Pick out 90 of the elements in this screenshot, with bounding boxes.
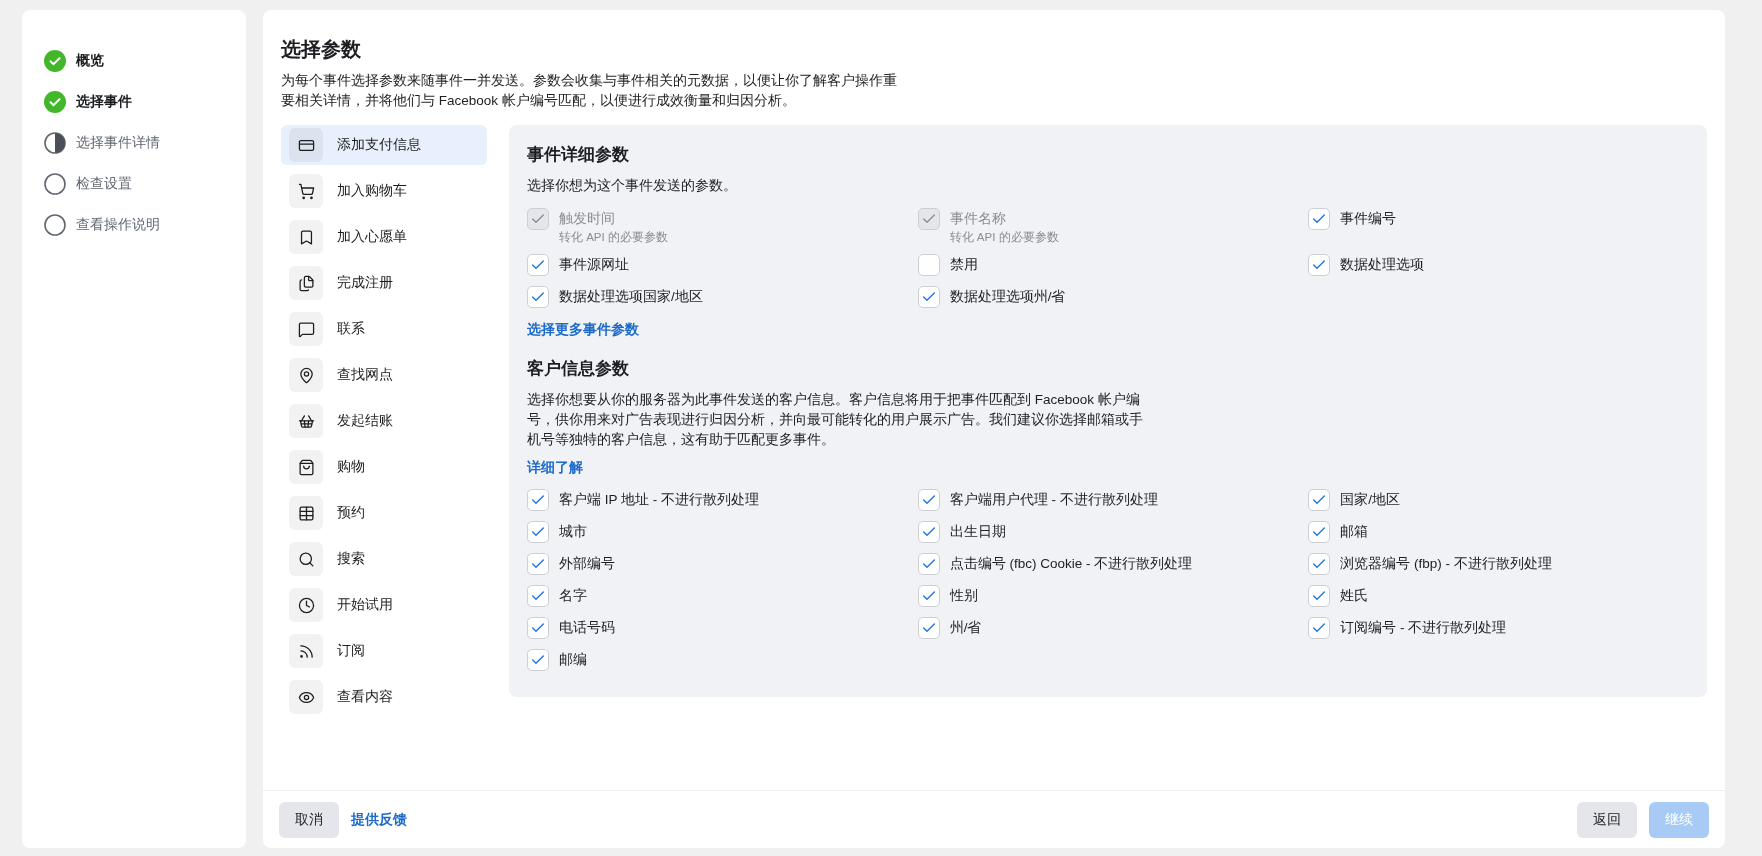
- checkbox-label: 订阅编号 - 不进行散列处理: [1340, 620, 1507, 635]
- event-item[interactable]: 开始试用: [281, 585, 487, 625]
- event-icon: [289, 312, 323, 346]
- checkbox[interactable]: [917, 617, 940, 639]
- checkbox[interactable]: [527, 617, 549, 639]
- checkbox[interactable]: [527, 254, 549, 276]
- event-item[interactable]: 完成注册: [281, 263, 487, 303]
- checkbox-label: 性别: [949, 588, 978, 603]
- step-label: 选择事件详情: [76, 134, 160, 152]
- checkbox-label: 客户端 IP 地址 - 不进行散列处理: [559, 492, 759, 507]
- checkbox-label: 事件名称: [949, 211, 1006, 226]
- back-button[interactable]: 返回: [1577, 801, 1637, 838]
- required-note: 转化 API 的必要参数: [559, 230, 668, 244]
- checkbox[interactable]: [1308, 254, 1331, 276]
- checkbox-label: 浏览器编号 (fbp) - 不进行散列处理: [1340, 556, 1552, 571]
- event-item[interactable]: 预约: [281, 493, 487, 533]
- section-description: 选择你想要从你的服务器为此事件发送的客户信息。客户信息将用于把事件匹配到 Facebook 帐户编号，供你用来对广告表现进行归因分析，并向最可能转化的用户展示广告。我们建议你选择邮箱或手机号等独特的客户信息，这有助于匹配更多事件。: [527, 391, 1144, 449]
- more-parameters-link[interactable]: 选择更多事件参数: [527, 321, 639, 339]
- checkbox-label: 出生日期: [949, 524, 1006, 539]
- checkbox-label: 事件源网址: [559, 257, 629, 272]
- event-item[interactable]: 查找网点: [281, 355, 487, 395]
- event-icon: [289, 128, 323, 162]
- event-item[interactable]: 订阅: [281, 631, 487, 671]
- event-item[interactable]: 购物: [281, 447, 487, 487]
- step-label: 检查设置: [76, 175, 132, 193]
- checkbox-label: 客户端用户代理 - 不进行散列处理: [949, 492, 1158, 507]
- checkbox[interactable]: [917, 286, 940, 308]
- checkbox[interactable]: [1308, 585, 1331, 607]
- section-title: 事件详细参数: [527, 144, 630, 166]
- section-title: 客户信息参数: [527, 358, 630, 380]
- checkbox-label: 城市: [559, 524, 587, 539]
- event-item[interactable]: 发起结账: [281, 401, 487, 441]
- event-item[interactable]: 加入购物车: [281, 171, 487, 211]
- event-icon: [289, 496, 323, 530]
- checkbox-label: 邮箱: [1340, 524, 1369, 539]
- checkbox[interactable]: [527, 489, 549, 511]
- checkbox-label: 数据处理选项州/省: [949, 289, 1066, 304]
- checkbox-label: 事件编号: [1340, 211, 1397, 226]
- checkbox-label: 外部编号: [559, 556, 615, 571]
- feedback-link[interactable]: 提供反馈: [351, 810, 407, 829]
- checkbox[interactable]: [1308, 208, 1331, 230]
- event-item[interactable]: 加入心愿单: [281, 217, 487, 257]
- event-item[interactable]: 查看内容: [281, 677, 487, 717]
- checkbox-label: 州/省: [949, 620, 982, 635]
- checkbox[interactable]: [917, 489, 940, 511]
- event-item[interactable]: 添加支付信息: [281, 125, 487, 165]
- checkbox[interactable]: [527, 585, 549, 607]
- event-icon: [289, 358, 323, 392]
- checkbox[interactable]: [527, 553, 549, 575]
- checkbox[interactable]: [917, 254, 940, 276]
- checkbox-label: 数据处理选项国家/地区: [559, 289, 703, 304]
- checkbox[interactable]: [1308, 489, 1331, 511]
- event-icon: [289, 404, 323, 438]
- checkbox[interactable]: [527, 521, 549, 543]
- event-icon: [289, 174, 323, 208]
- learn-more-link[interactable]: 详细了解: [527, 459, 583, 477]
- checkbox-label: 姓氏: [1340, 588, 1369, 603]
- step-label: 概览: [76, 52, 104, 70]
- checkbox-label: 国家/地区: [1340, 492, 1401, 507]
- checkbox-label: 数据处理选项: [1340, 257, 1425, 272]
- event-icon: [289, 542, 323, 576]
- checkbox-label: 点击编号 (fbc) Cookie - 不进行散列处理: [949, 556, 1193, 571]
- checkbox-label: 名字: [559, 588, 587, 603]
- checkbox-label: 电话号码: [559, 620, 615, 635]
- checkbox[interactable]: [1308, 617, 1331, 639]
- section-description: 选择你想为这个事件发送的参数。: [527, 177, 738, 195]
- checkbox[interactable]: [917, 585, 940, 607]
- checkbox[interactable]: [917, 521, 940, 543]
- step-label: 查看操作说明: [76, 216, 160, 234]
- page-title: 选择参数: [281, 37, 362, 62]
- page-description: 为每个事件选择参数来随事件一并发送。参数会收集与事件相关的元数据，以便让你了解客户操作重要相关详情，并将他们与 Facebook 帐户编号匹配，以便进行成效衡量和归因分析。: [281, 72, 898, 110]
- step-label: 选择事件: [76, 93, 132, 111]
- required-note: 转化 API 的必要参数: [949, 230, 1059, 244]
- event-icon: [289, 680, 323, 714]
- event-icon: [289, 634, 323, 668]
- checkbox-label: 禁用: [949, 257, 978, 272]
- cancel-button[interactable]: 取消: [279, 801, 339, 838]
- event-icon: [289, 450, 323, 484]
- event-icon: [289, 220, 323, 254]
- checkbox-label: 触发时间: [559, 211, 615, 226]
- event-item[interactable]: 搜索: [281, 539, 487, 579]
- checkbox-label: 邮编: [559, 652, 587, 667]
- checkbox[interactable]: [527, 649, 549, 671]
- event-icon: [289, 588, 323, 622]
- event-icon: [289, 266, 323, 300]
- checkbox[interactable]: [917, 553, 940, 575]
- checkbox[interactable]: [1308, 553, 1331, 575]
- checkbox[interactable]: [527, 286, 549, 308]
- event-item[interactable]: 联系: [281, 309, 487, 349]
- checkbox[interactable]: [1308, 521, 1331, 543]
